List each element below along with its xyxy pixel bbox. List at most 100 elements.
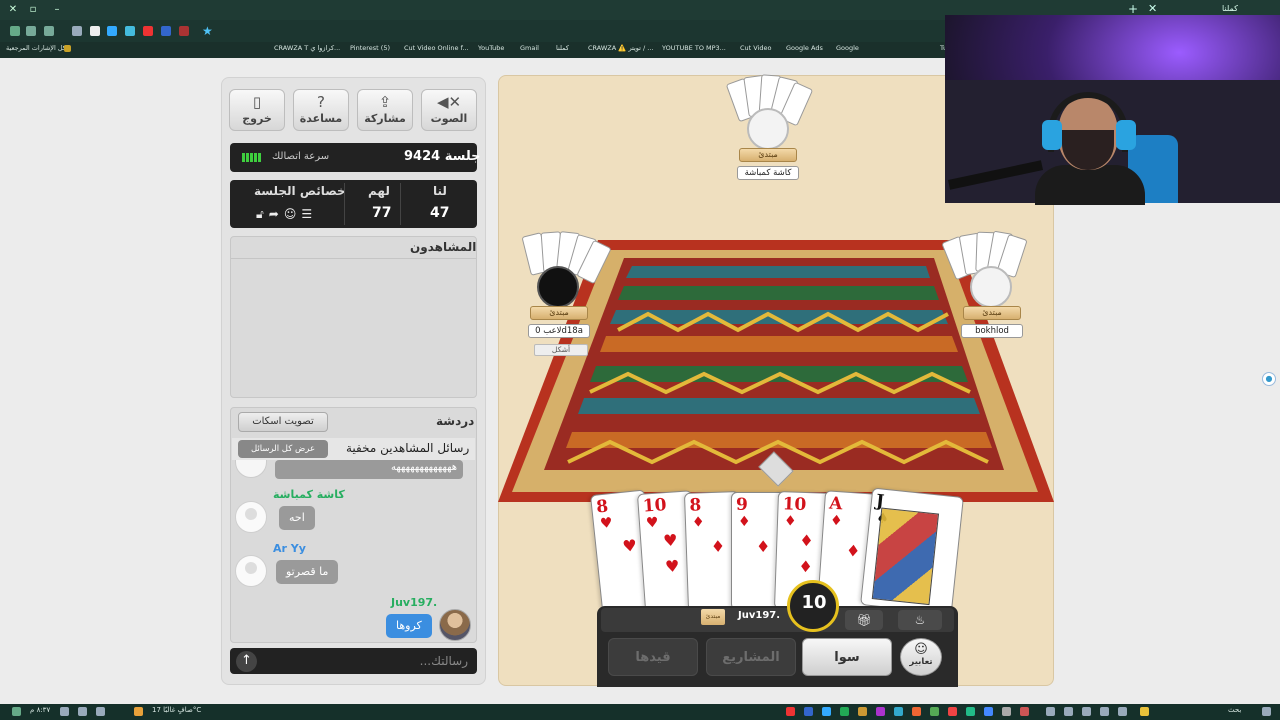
emotes-button[interactable]: ☺ تعابير [900,638,942,676]
show-all-messages-button[interactable]: عرض كل الرسائل [238,440,328,458]
copilot-icon[interactable] [1140,707,1149,716]
mute-speaker-icon: ◀✕ [436,93,462,111]
bookmark-item[interactable]: Google Ads [786,44,823,52]
bookmark-all[interactable]: كل الإشارات المرجعية [6,44,66,52]
battery-icon[interactable] [96,707,105,716]
exit-button[interactable]: ▯ خروج [229,89,285,131]
mute-vote-button[interactable]: تصويت اسكات [238,412,328,432]
start-icon[interactable] [1262,707,1271,716]
divider [231,258,476,259]
taskbar-app-icon[interactable] [894,707,903,716]
avatar[interactable] [439,609,471,641]
extension-icon[interactable] [107,26,117,36]
taskbar-app-icon[interactable] [930,707,939,716]
speaker-icon[interactable] [78,707,87,716]
player-status: أشكل [534,344,588,356]
avatar[interactable] [537,266,579,308]
taskbar-app-icon[interactable] [804,707,813,716]
bookmark-item[interactable]: Gmail [520,44,539,52]
taskbar-app-icon[interactable] [1100,707,1109,716]
hand-card[interactable]: J ♠ [860,487,964,615]
taskbar-app-icon[interactable] [1118,707,1127,716]
extension-icon[interactable] [125,26,135,36]
chat-sender[interactable]: كاشة كمباشة [273,488,345,501]
taskbar-app-icon[interactable] [912,707,921,716]
extension-icon[interactable] [72,26,82,36]
them-label: لهم [368,184,390,198]
taskbar-app-icon[interactable] [1082,707,1091,716]
projects-button[interactable]: المشاريع [706,638,796,676]
avatar[interactable] [970,266,1012,308]
extension-icon[interactable] [179,26,189,36]
headset-ear [1042,120,1062,150]
sound-button[interactable]: ◀✕ الصوت [421,89,477,131]
search-label[interactable]: بحث [1228,706,1241,714]
bookmark-item[interactable]: Google [836,44,859,52]
weather[interactable]: صافٍ غالبًا 17°C [152,706,201,714]
taskbar-app-icon[interactable] [1046,707,1055,716]
viewers-box [230,236,477,398]
menu-icon[interactable] [10,26,20,36]
wifi-icon[interactable] [60,707,69,716]
close-window-icon[interactable]: ✕ [6,3,20,17]
chat-sender[interactable]: Juv197. [391,596,437,609]
settings-icon[interactable] [44,26,54,36]
divider [400,183,401,225]
rank-badge: مبتدئ [530,306,588,320]
avatar[interactable] [747,108,789,150]
chat-input[interactable] [262,650,468,672]
player-name[interactable]: bokhlod [961,324,1023,338]
taskbar-app-icon[interactable] [1020,707,1029,716]
player-name[interactable]: Juv197. [738,610,780,621]
share-button[interactable]: ⇪ مشاركة [357,89,413,131]
chat-sender[interactable]: Ar Yy [273,542,306,555]
tab-title[interactable]: كملنا [1222,4,1238,13]
diamond-icon: ♦ [845,540,862,561]
extensions-icon[interactable] [26,26,36,36]
tab-close-icon[interactable]: ✕ [1148,2,1157,15]
them-score: 77 [372,205,392,221]
taskbar-app-icon[interactable] [1002,707,1011,716]
rank-badge: مبتدئ [701,609,725,625]
avatar[interactable] [235,501,267,533]
clock[interactable]: ٨:٣٧ م [30,706,50,714]
taskbar-app-icon[interactable] [1064,707,1073,716]
player-name[interactable]: لاعب 0d18a [528,324,590,338]
taskbar-icon[interactable] [12,707,21,716]
bookmark-item[interactable]: YOUTUBE TO MP3... [662,44,726,52]
bookmark-item[interactable]: CRAWZA ⚠️ تويتر / ... [588,44,654,52]
taskbar-app-icon[interactable] [786,707,795,716]
qaydha-button[interactable]: قيدها [608,638,698,676]
restore-window-icon[interactable]: ▫ [26,3,40,17]
extension-icon[interactable] [161,26,171,36]
bookmark-item[interactable]: Cut Video [740,44,771,52]
us-score: 47 [430,205,450,221]
bookmark-star-icon[interactable]: ★ [202,24,213,38]
help-button[interactable]: ? مساعدة [293,89,349,131]
bookmark-item[interactable]: كملنا [556,44,569,52]
avatar[interactable] [235,555,267,587]
taskbar-app-icon[interactable] [822,707,831,716]
bookmark-item[interactable]: Cut Video Online f... [404,44,469,52]
side-drop-icon[interactable]: ● [1262,372,1276,386]
diamond-icon: ♦ [691,514,705,531]
bookmark-item[interactable]: CRAWZA T كرازوا ي... [274,44,340,52]
taskbar-app-icon[interactable] [966,707,975,716]
gift-button[interactable]: 🎁︎ [845,610,883,630]
extension-icon[interactable] [90,26,100,36]
extension-icon[interactable] [143,26,153,36]
taskbar-app-icon[interactable] [840,707,849,716]
bookmark-item[interactable]: Pinterest (5) [350,44,390,52]
sawa-button[interactable]: سوا [802,638,892,676]
new-tab-icon[interactable]: + [1128,2,1138,16]
taskbar-app-icon[interactable] [876,707,885,716]
minimize-window-icon[interactable]: – [50,3,64,17]
player-name[interactable]: كاشة كمباشة [737,166,799,180]
send-button[interactable]: ↑ [236,651,257,672]
fire-button[interactable]: ♨ [898,610,942,630]
taskbar-app-icon[interactable] [984,707,993,716]
taskbar-app-icon[interactable] [948,707,957,716]
bookmark-item[interactable]: YouTube [478,44,504,52]
chat-message: ما قصرتو [276,560,339,584]
taskbar-app-icon[interactable] [858,707,867,716]
